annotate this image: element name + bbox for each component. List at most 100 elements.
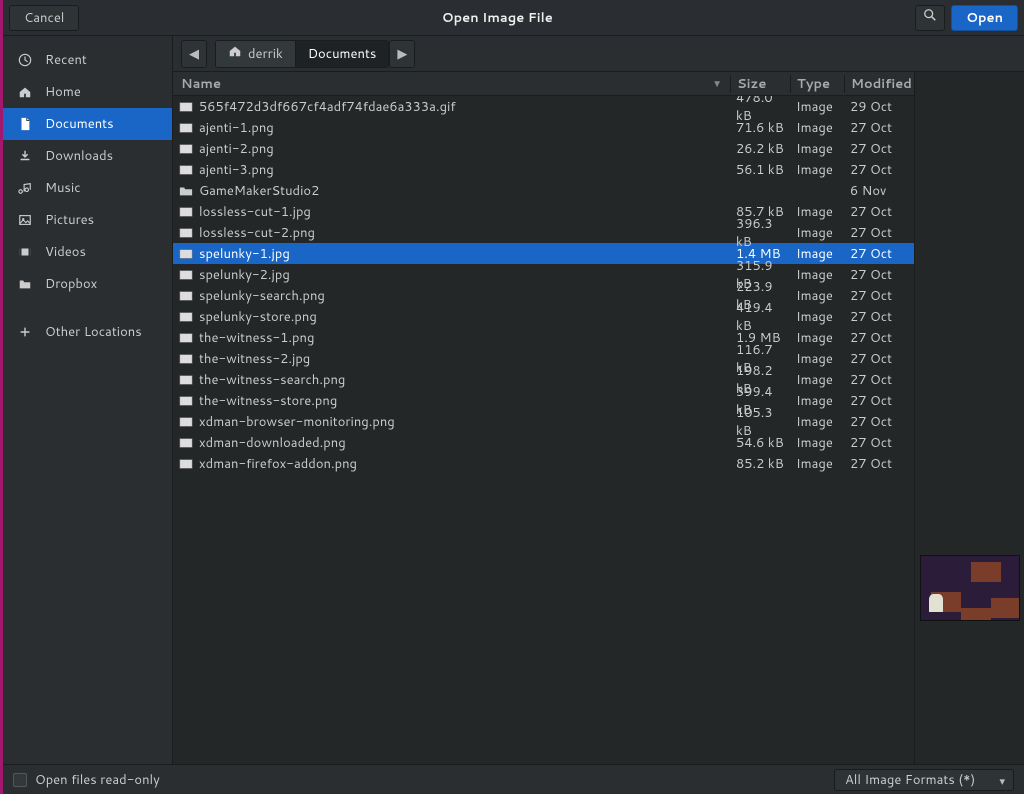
search-button[interactable] — [915, 5, 945, 31]
file-modified: 27 Oct — [844, 119, 914, 137]
sidebar-item-dropbox[interactable]: Dropbox — [3, 268, 172, 300]
file-type: Image — [790, 98, 844, 116]
file-row[interactable]: the-witness-search.png198.2 kBImage27 Oc… — [173, 369, 914, 390]
nav-forward-button[interactable]: ▶ — [390, 41, 414, 67]
file-name: ajenti-2.png — [195, 140, 730, 158]
image-file-icon — [177, 352, 195, 366]
file-row[interactable]: spelunky-search.png223.9 kBImage27 Oct — [173, 285, 914, 306]
file-type: Image — [790, 266, 844, 284]
file-row[interactable]: spelunky-2.jpg315.9 kBImage27 Oct — [173, 264, 914, 285]
file-type-filter[interactable]: All Image Formats (*) — [834, 769, 1014, 791]
sidebar-item-home[interactable]: Home — [3, 76, 172, 108]
file-row[interactable]: spelunky-store.png419.4 kBImage27 Oct — [173, 306, 914, 327]
document-icon — [17, 117, 33, 131]
file-type: Image — [790, 203, 844, 221]
file-size: 71.6 kB — [730, 119, 790, 137]
file-modified: 27 Oct — [844, 329, 914, 347]
readonly-checkbox[interactable] — [13, 773, 27, 787]
file-row[interactable]: the-witness-1.png1.9 MBImage27 Oct — [173, 327, 914, 348]
file-row[interactable]: ajenti-2.png26.2 kBImage27 Oct — [173, 138, 914, 159]
videos-icon — [17, 245, 33, 259]
file-name: lossless-cut-2.png — [195, 224, 730, 242]
file-list[interactable]: Name ▼ Size Type Modified 565f472d3df667… — [173, 72, 914, 764]
sidebar-item-pictures[interactable]: Pictures — [3, 204, 172, 236]
file-row[interactable]: 565f472d3df667cf4adf74fdae6a333a.gif478.… — [173, 96, 914, 117]
file-modified: 27 Oct — [844, 266, 914, 284]
image-file-icon — [177, 373, 195, 387]
file-row[interactable]: ajenti-3.png56.1 kBImage27 Oct — [173, 159, 914, 180]
chevron-right-icon: ▶ — [397, 45, 407, 63]
file-name: lossless-cut-1.jpg — [195, 203, 730, 221]
file-modified: 27 Oct — [844, 140, 914, 158]
file-name: the-witness-search.png — [195, 371, 730, 389]
sidebar-item-music[interactable]: Music — [3, 172, 172, 204]
image-file-icon — [177, 121, 195, 135]
file-modified: 27 Oct — [844, 161, 914, 179]
image-file-icon — [177, 310, 195, 324]
file-modified: 27 Oct — [844, 350, 914, 368]
file-row[interactable]: the-witness-store.png399.4 kBImage27 Oct — [173, 390, 914, 411]
file-size: 54.6 kB — [730, 434, 790, 452]
plus-icon — [17, 325, 33, 339]
image-file-icon — [177, 142, 195, 156]
nav-back-button[interactable]: ◀ — [182, 41, 206, 67]
file-name: spelunky-search.png — [195, 287, 730, 305]
file-row[interactable]: the-witness-2.jpg116.7 kBImage27 Oct — [173, 348, 914, 369]
image-file-icon — [177, 457, 195, 471]
sidebar-item-label: Documents — [45, 115, 114, 133]
file-type: Image — [790, 245, 844, 263]
file-name: xdman-firefox-addon.png — [195, 455, 730, 473]
sort-descending-icon: ▼ — [712, 77, 722, 91]
search-icon — [923, 8, 937, 27]
footer-bar: Open files read-only All Image Formats (… — [3, 764, 1024, 794]
file-modified: 27 Oct — [844, 455, 914, 473]
clock-icon — [17, 53, 33, 67]
file-row[interactable]: ajenti-1.png71.6 kBImage27 Oct — [173, 117, 914, 138]
image-file-icon — [177, 247, 195, 261]
file-name: spelunky-store.png — [195, 308, 730, 326]
file-row[interactable]: xdman-downloaded.png54.6 kBImage27 Oct — [173, 432, 914, 453]
sidebar-item-recent[interactable]: Recent — [3, 44, 172, 76]
column-type[interactable]: Type — [790, 75, 844, 93]
column-modified[interactable]: Modified — [844, 75, 914, 93]
sidebar-item-videos[interactable]: Videos — [3, 236, 172, 268]
image-file-icon — [177, 394, 195, 408]
file-name: ajenti-1.png — [195, 119, 730, 137]
file-row[interactable]: GameMakerStudio2 6 Nov — [173, 180, 914, 201]
pictures-icon — [17, 213, 33, 227]
image-file-icon — [177, 436, 195, 450]
file-modified: 27 Oct — [844, 392, 914, 410]
image-file-icon — [177, 331, 195, 345]
file-type: Image — [790, 455, 844, 473]
cancel-button[interactable]: Cancel — [9, 5, 79, 31]
image-file-icon — [177, 163, 195, 177]
sidebar-item-other-locations[interactable]: Other Locations — [3, 316, 172, 348]
file-modified: 6 Nov — [844, 182, 914, 200]
file-modified: 27 Oct — [844, 245, 914, 263]
image-file-icon — [177, 226, 195, 240]
breadcrumb-derrik[interactable]: derrik — [216, 41, 296, 67]
file-row[interactable]: xdman-firefox-addon.png85.2 kBImage27 Oc… — [173, 453, 914, 474]
sidebar-item-label: Other Locations — [45, 323, 142, 341]
column-name[interactable]: Name ▼ — [173, 75, 730, 93]
file-modified: 27 Oct — [844, 371, 914, 389]
file-row[interactable]: spelunky-1.jpg1.4 MBImage27 Oct — [173, 243, 914, 264]
file-row[interactable]: lossless-cut-2.png396.3 kBImage27 Oct — [173, 222, 914, 243]
window-title: Open Image File — [79, 9, 915, 27]
open-button[interactable]: Open — [951, 5, 1018, 31]
file-name: the-witness-store.png — [195, 392, 730, 410]
column-headers[interactable]: Name ▼ Size Type Modified — [173, 72, 914, 96]
file-size: 26.2 kB — [730, 140, 790, 158]
sidebar-item-label: Downloads — [45, 147, 113, 165]
sidebar-item-label: Music — [45, 179, 81, 197]
sidebar-item-downloads[interactable]: Downloads — [3, 140, 172, 172]
file-name: GameMakerStudio2 — [195, 182, 730, 200]
file-row[interactable]: xdman-browser-monitoring.png105.3 kBImag… — [173, 411, 914, 432]
places-sidebar: RecentHome Documents Downloads Music Picture… — [3, 36, 173, 764]
breadcrumb-documents[interactable]: Documents — [296, 41, 389, 67]
file-row[interactable]: lossless-cut-1.jpg85.7 kBImage27 Oct — [173, 201, 914, 222]
column-size[interactable]: Size — [730, 75, 790, 93]
sidebar-item-documents[interactable]: Documents — [3, 108, 172, 140]
sidebar-item-label: Videos — [45, 243, 86, 261]
file-type: Image — [790, 371, 844, 389]
